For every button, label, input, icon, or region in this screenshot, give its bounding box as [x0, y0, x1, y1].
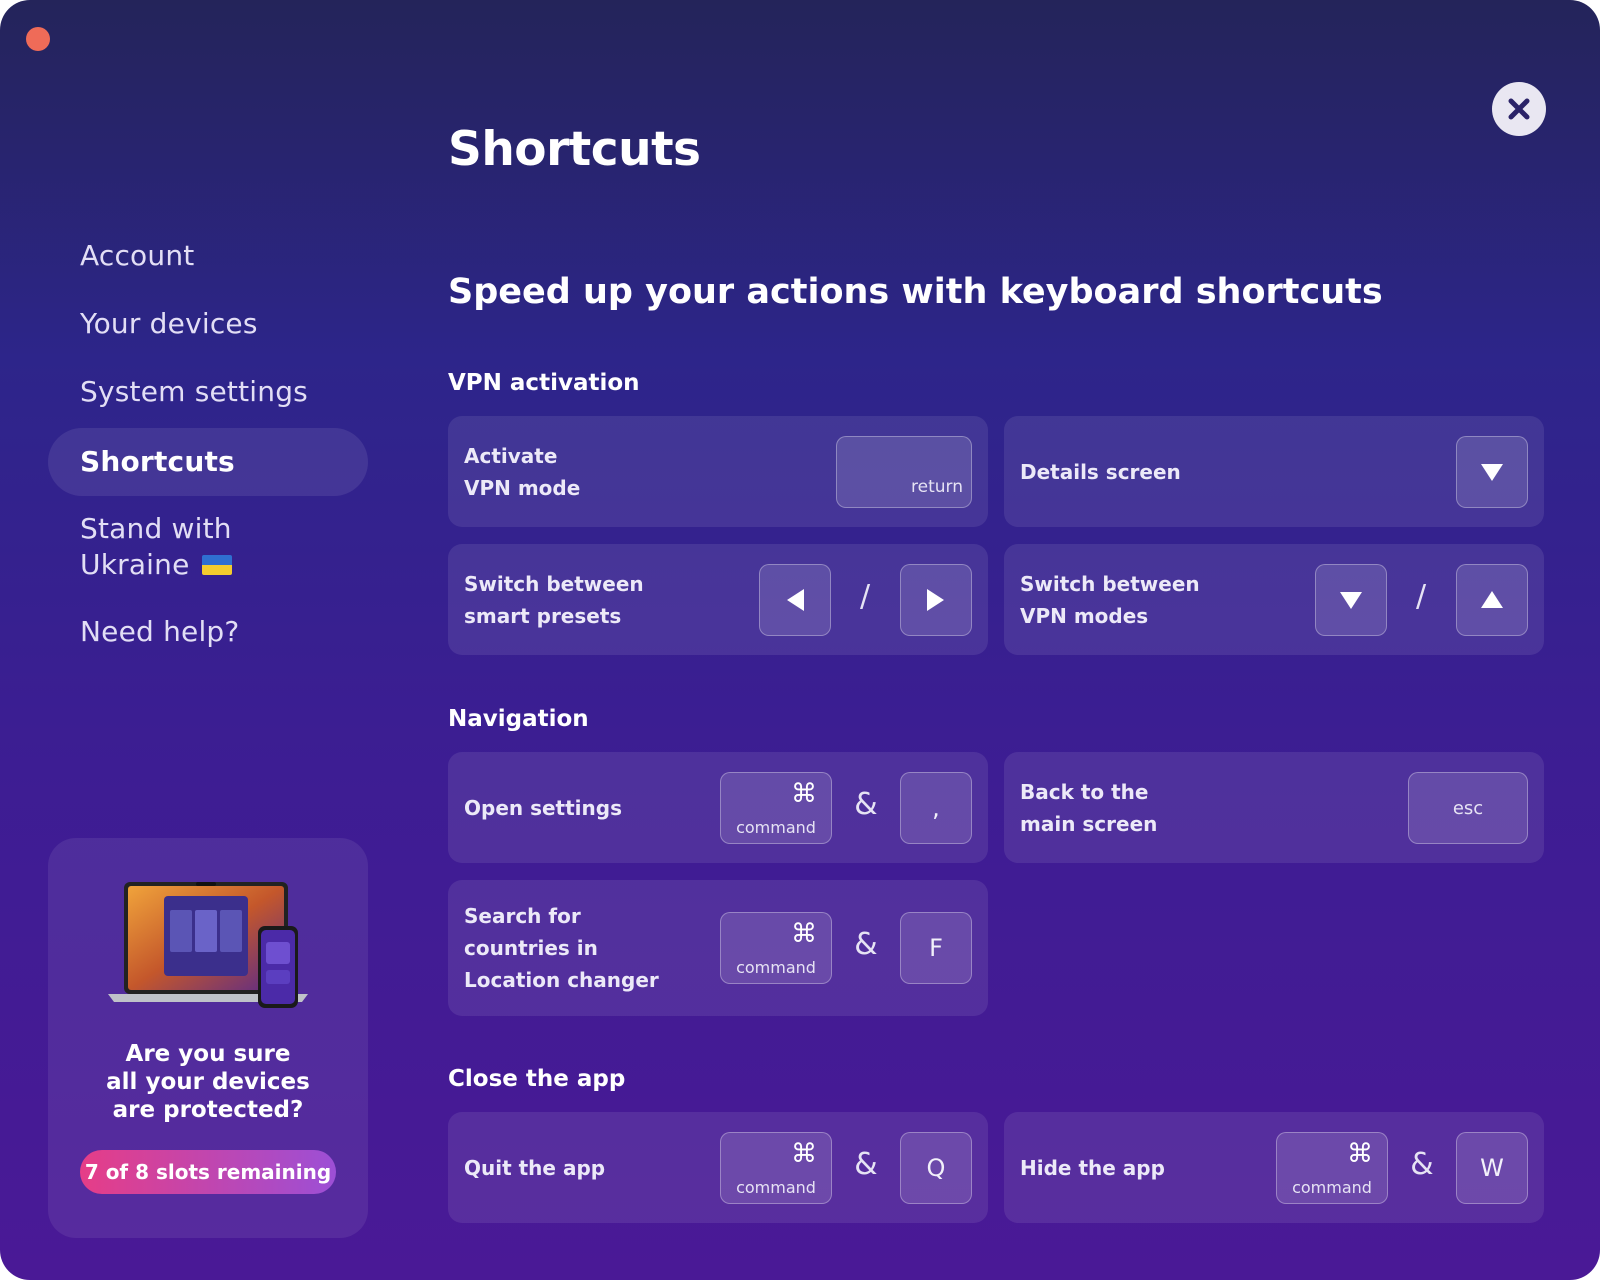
shortcut-label: Activate VPN mode — [464, 443, 581, 500]
shortcut-quit-app: Quit the app ⌘ command & Q — [448, 1112, 988, 1223]
section-title-navigation: Navigation — [448, 706, 589, 732]
key-comma: , — [900, 772, 972, 844]
sidebar-item-stand-with-ukraine[interactable]: Stand with Ukraine — [48, 511, 368, 583]
arrow-right-icon — [927, 589, 944, 611]
devices-illustration — [108, 882, 308, 1008]
devices-promo-card: Are you sure all your devices are protec… — [48, 838, 368, 1238]
sidebar-item-your-devices[interactable]: Your devices — [48, 307, 368, 340]
shortcut-switch-vpn-modes: Switch between VPN modes / — [1004, 544, 1544, 655]
slots-remaining-badge[interactable]: 7 of 8 slots remaining — [80, 1150, 336, 1194]
key-command: ⌘ command — [1276, 1132, 1388, 1204]
arrow-left-icon — [787, 589, 804, 611]
arrow-up-icon — [1481, 591, 1503, 608]
key-esc: esc — [1408, 772, 1528, 844]
page-title: Shortcuts — [448, 122, 701, 177]
key-command: ⌘ command — [720, 1132, 832, 1204]
section-title-vpn-activation: VPN activation — [448, 370, 640, 396]
key-arrow-down — [1456, 436, 1528, 508]
window-close-dot[interactable] — [26, 27, 50, 51]
key-arrow-left — [759, 564, 831, 636]
sidebar-item-label: Ukraine — [80, 548, 190, 581]
command-icon: ⌘ — [791, 1139, 817, 1169]
shortcut-hide-app: Hide the app ⌘ command & W — [1004, 1112, 1544, 1223]
shortcut-open-settings: Open settings ⌘ command & , — [448, 752, 988, 863]
arrow-down-icon — [1340, 592, 1362, 609]
separator-ampersand: & — [854, 927, 878, 962]
shortcut-activate-vpn: Activate VPN mode return — [448, 416, 988, 527]
close-icon — [1508, 98, 1530, 120]
sidebar-item-need-help[interactable]: Need help? — [48, 615, 368, 648]
separator-slash: / — [1415, 579, 1427, 614]
sidebar-item-system-settings[interactable]: System settings — [48, 375, 368, 408]
ukraine-flag-icon — [201, 555, 232, 575]
key-return: return — [836, 436, 972, 508]
key-command: ⌘ command — [720, 912, 832, 984]
close-button[interactable] — [1492, 82, 1546, 136]
shortcut-details-screen: Details screen — [1004, 416, 1544, 527]
key-f: F — [900, 912, 972, 984]
key-arrow-right — [900, 564, 972, 636]
shortcut-label: Hide the app — [1020, 1155, 1165, 1180]
key-arrow-down — [1315, 564, 1387, 636]
shortcut-label: Quit the app — [464, 1155, 606, 1180]
shortcut-label: Switch between smart presets — [464, 571, 644, 628]
command-icon: ⌘ — [791, 919, 817, 949]
shortcut-label: Search for countries in Location changer — [464, 904, 659, 992]
page-subtitle: Speed up your actions with keyboard shor… — [448, 272, 1383, 312]
command-icon: ⌘ — [791, 779, 817, 809]
command-icon: ⌘ — [1347, 1139, 1373, 1169]
separator-ampersand: & — [854, 1147, 878, 1182]
shortcut-label: Back to the main screen — [1020, 779, 1158, 836]
sidebar-item-shortcuts[interactable]: Shortcuts — [48, 428, 368, 496]
shortcut-label: Details screen — [1020, 459, 1181, 484]
arrow-down-icon — [1481, 464, 1503, 481]
shortcut-back-to-main: Back to the main screen esc — [1004, 752, 1544, 863]
sidebar-item-label: Stand with — [80, 512, 232, 545]
shortcut-label: Open settings — [464, 795, 622, 820]
separator-ampersand: & — [1410, 1147, 1434, 1182]
sidebar-item-account[interactable]: Account — [48, 239, 368, 272]
separator-ampersand: & — [854, 787, 878, 822]
app-window: Shortcuts Account Your devices System se… — [0, 0, 1600, 1280]
section-title-close-the-app: Close the app — [448, 1066, 626, 1092]
shortcut-switch-presets: Switch between smart presets / — [448, 544, 988, 655]
key-command: ⌘ command — [720, 772, 832, 844]
shortcut-label: Switch between VPN modes — [1020, 571, 1200, 628]
key-q: Q — [900, 1132, 972, 1204]
key-arrow-up — [1456, 564, 1528, 636]
separator-slash: / — [859, 579, 871, 614]
promo-text: Are you sure all your devices are protec… — [106, 1041, 310, 1123]
shortcut-search-countries: Search for countries in Location changer… — [448, 880, 988, 1016]
key-w: W — [1456, 1132, 1528, 1204]
